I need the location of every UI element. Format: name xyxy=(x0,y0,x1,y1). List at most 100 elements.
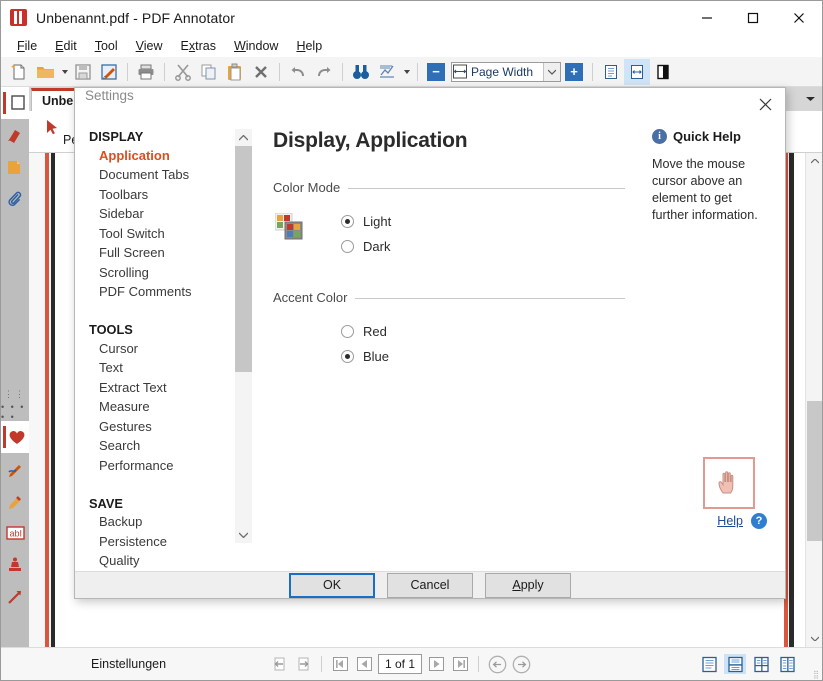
copy-icon[interactable] xyxy=(196,59,222,85)
first-page-icon[interactable] xyxy=(330,654,350,674)
last-page-icon[interactable] xyxy=(450,654,470,674)
nav-item-text[interactable]: Text xyxy=(89,359,235,379)
navigate-forward-icon[interactable] xyxy=(511,654,531,674)
open-folder-icon[interactable] xyxy=(32,59,58,85)
apply-button[interactable]: Apply xyxy=(485,572,571,598)
radio-option-dark[interactable]: Dark xyxy=(341,234,391,259)
svg-text:abI: abI xyxy=(9,529,22,539)
nav-item-scrolling[interactable]: Scrolling xyxy=(89,263,235,283)
cut-scissors-icon[interactable] xyxy=(170,59,196,85)
dialog-title-bar: Settings xyxy=(75,88,785,110)
two-page-view-icon[interactable] xyxy=(750,654,772,674)
radio-blue-indicator[interactable] xyxy=(341,350,354,364)
menu-extras[interactable]: Extras xyxy=(172,37,225,55)
menu-help[interactable]: Help xyxy=(287,37,331,55)
rail-item-pages-thumbnail-icon[interactable] xyxy=(1,87,29,119)
zoom-combobox[interactable]: Page Width xyxy=(451,61,561,82)
zoom-in-button[interactable]: + xyxy=(561,59,587,85)
next-page-icon[interactable] xyxy=(426,654,446,674)
rail-item-stamp-icon[interactable] xyxy=(1,549,29,581)
nav-item-backup[interactable]: Backup xyxy=(89,513,235,533)
zoom-value: Page Width xyxy=(471,64,534,79)
nav-item-measure[interactable]: Measure xyxy=(89,398,235,418)
rail-item-folder-icon[interactable] xyxy=(1,151,29,183)
open-dropdown-caret-icon[interactable] xyxy=(58,59,70,85)
zoom-dropdown-chevron-down-icon[interactable] xyxy=(543,62,560,81)
rail-item-bookmark-icon[interactable] xyxy=(1,119,29,151)
sidebar-rail: ⋮⋮ • • • • • abI xyxy=(1,87,29,647)
rail-item-favorites-heart-icon[interactable] xyxy=(1,421,29,453)
menu-tool[interactable]: Tool xyxy=(86,37,127,55)
menu-view[interactable]: View xyxy=(127,37,172,55)
question-mark-icon[interactable]: ? xyxy=(751,513,767,530)
redo-icon[interactable] xyxy=(311,59,337,85)
go-back-view-icon[interactable] xyxy=(269,654,289,674)
tab-overflow-chevron-down-icon[interactable] xyxy=(802,91,818,107)
nav-item-document-tabs[interactable]: Document Tabs xyxy=(89,166,235,186)
rail-item-attachments-paperclip-icon[interactable] xyxy=(1,183,29,215)
go-forward-view-icon[interactable] xyxy=(293,654,313,674)
rail-item-highlighter-icon[interactable] xyxy=(1,485,29,517)
nav-item-cursor[interactable]: Cursor xyxy=(89,339,235,359)
menu-window[interactable]: Window xyxy=(225,37,287,55)
print-icon[interactable] xyxy=(133,59,159,85)
new-document-icon[interactable] xyxy=(6,59,32,85)
nav-item-search[interactable]: Search xyxy=(89,437,235,457)
resize-grip[interactable]: ⣿ xyxy=(813,671,819,679)
nav-item-tool-switch[interactable]: Tool Switch xyxy=(89,224,235,244)
delete-x-icon[interactable] xyxy=(248,59,274,85)
radio-option-red[interactable]: Red xyxy=(341,319,389,344)
cancel-button[interactable]: Cancel xyxy=(387,572,473,598)
fit-width-view-icon[interactable] xyxy=(624,58,650,85)
nav-item-performance[interactable]: Performance xyxy=(89,456,235,476)
minimize-button[interactable] xyxy=(684,1,730,35)
paste-icon[interactable] xyxy=(222,59,248,85)
zoom-out-button[interactable]: − xyxy=(423,59,449,85)
maximize-button[interactable] xyxy=(730,1,776,35)
nav-item-toolbars[interactable]: Toolbars xyxy=(89,185,235,205)
find-binoculars-icon[interactable] xyxy=(348,59,374,85)
ok-button[interactable]: OK xyxy=(289,572,375,598)
nav-item-persistence[interactable]: Persistence xyxy=(89,532,235,552)
nav-item-sidebar[interactable]: Sidebar xyxy=(89,205,235,225)
menu-edit[interactable]: Edit xyxy=(46,37,86,55)
nav-item-quality[interactable]: Quality xyxy=(89,552,235,572)
close-button[interactable] xyxy=(776,1,822,35)
nav-item-extract-text[interactable]: Extract Text xyxy=(89,378,235,398)
color-mode-radio-group: Light Dark xyxy=(341,209,391,259)
rail-drag-handle[interactable]: ⋮⋮ xyxy=(1,385,29,403)
chart-icon[interactable] xyxy=(374,59,400,85)
rail-item-arrow-tool-icon[interactable] xyxy=(1,581,29,613)
nav-item-pdf-comments[interactable]: PDF Comments xyxy=(89,283,235,303)
fit-page-icon[interactable] xyxy=(598,59,624,85)
nav-item-full-screen[interactable]: Full Screen xyxy=(89,244,235,264)
scrollbar-thumb[interactable] xyxy=(807,401,822,541)
nav-item-gestures[interactable]: Gestures xyxy=(89,417,235,437)
single-page-view-icon[interactable] xyxy=(698,654,720,674)
save-annotations-icon[interactable] xyxy=(96,59,122,85)
nav-item-application[interactable]: Application xyxy=(89,146,235,166)
page-contrast-icon[interactable] xyxy=(650,59,676,85)
scroll-up-chevron-up-icon[interactable] xyxy=(806,153,822,170)
document-vertical-scrollbar[interactable] xyxy=(805,153,822,647)
menu-file[interactable]: File xyxy=(8,37,46,55)
save-icon[interactable] xyxy=(70,59,96,85)
chart-dropdown-caret-icon[interactable] xyxy=(400,59,412,85)
two-page-continuous-view-icon[interactable] xyxy=(776,654,798,674)
scroll-down-chevron-down-icon[interactable] xyxy=(806,630,822,647)
dialog-body: DISPLAY Application Document Tabs Toolba… xyxy=(75,103,785,572)
dialog-title: Settings xyxy=(85,88,134,104)
rail-item-text-box-abl-icon[interactable]: abI xyxy=(1,517,29,549)
previous-page-icon[interactable] xyxy=(354,654,374,674)
radio-option-blue[interactable]: Blue xyxy=(341,344,389,369)
page-number-input[interactable]: 1 of 1 xyxy=(378,654,422,674)
radio-light-indicator[interactable] xyxy=(341,215,354,229)
continuous-view-icon[interactable] xyxy=(724,654,746,674)
help-link[interactable]: Help xyxy=(717,514,743,528)
undo-icon[interactable] xyxy=(285,59,311,85)
radio-red-indicator[interactable] xyxy=(341,325,354,339)
rail-item-pen-blue-icon[interactable] xyxy=(1,453,29,485)
radio-option-light[interactable]: Light xyxy=(341,209,391,234)
radio-dark-indicator[interactable] xyxy=(341,240,354,254)
navigate-back-icon[interactable] xyxy=(487,654,507,674)
